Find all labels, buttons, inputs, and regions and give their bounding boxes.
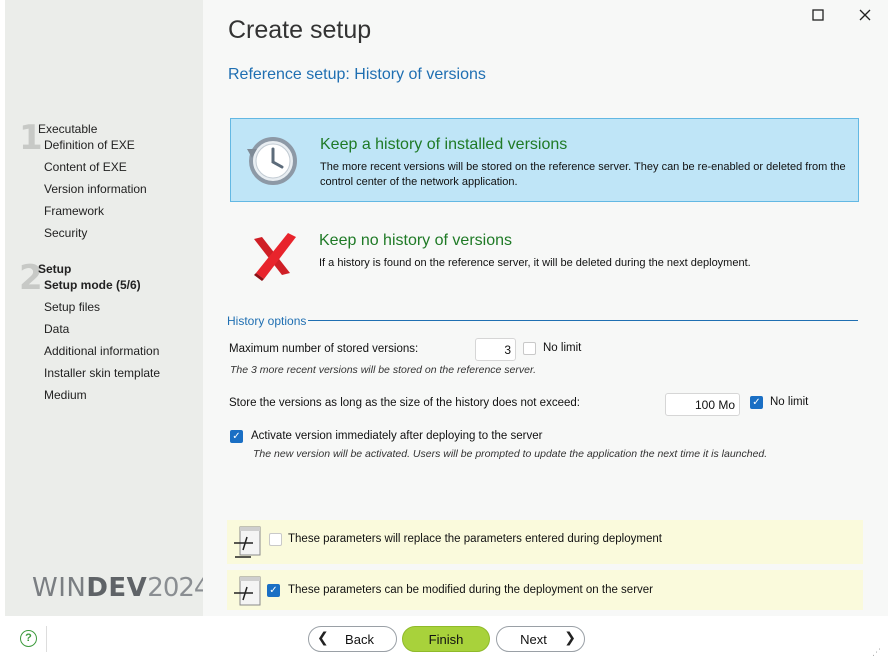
option-keep-no-history[interactable]: Keep no history of versions If a history… (230, 215, 859, 299)
param-bar-modify: ✓ These parameters can be modified durin… (227, 570, 863, 610)
sidebar-item-data[interactable]: Data (44, 322, 69, 336)
sidebar-item-security[interactable]: Security (44, 226, 87, 240)
step-title: Executable (38, 122, 98, 136)
max-versions-label: Maximum number of stored versions: (229, 343, 419, 355)
resize-grip-icon[interactable]: ⋰ (872, 647, 882, 658)
help-icon[interactable]: ? (20, 630, 37, 647)
param-modify-checkbox[interactable]: ✓ (267, 584, 280, 597)
param-bar-replace: These parameters will replace the parame… (227, 520, 863, 564)
activate-version-checkbox[interactable]: ✓ (230, 430, 243, 443)
max-versions-hint: The 3 more recent versions will be store… (230, 364, 537, 376)
max-versions-no-limit-label: No limit (543, 342, 582, 354)
param-modify-text: These parameters can be modified during … (288, 584, 654, 596)
finish-button-label: Finish (428, 632, 464, 647)
max-versions-input[interactable]: 3 (475, 338, 516, 361)
option-description: The more recent versions will be stored … (320, 161, 846, 188)
sidebar-item-setup-files[interactable]: Setup files (44, 300, 100, 314)
logo-year: 2024 (147, 573, 210, 603)
logo-prefix: WIN (32, 573, 87, 603)
back-button[interactable]: ❮ Back (308, 626, 397, 652)
wizard-sidebar: 1 Executable Definition of EXE Content o… (5, 0, 210, 616)
sidebar-item-version-information[interactable]: Version information (44, 182, 147, 196)
parameters-icon (233, 576, 263, 608)
sidebar-item-setup-mode[interactable]: Setup mode (5/6) (44, 278, 141, 292)
max-size-no-limit-label: No limit (770, 396, 809, 408)
sidebar-item-framework[interactable]: Framework (44, 204, 104, 218)
param-replace-checkbox[interactable] (269, 533, 282, 546)
activate-version-hint: The new version will be activated. Users… (253, 448, 768, 460)
parameters-icon (233, 526, 263, 558)
activate-version-label: Activate version immediately after deplo… (251, 430, 543, 442)
close-icon[interactable] (857, 8, 873, 24)
param-replace-text: These parameters will replace the parame… (288, 533, 662, 545)
sidebar-item-additional-information[interactable]: Additional information (44, 344, 159, 358)
wizard-footer: ? ❮ Back Finish Next ❯ ⋰ (0, 616, 888, 662)
max-size-label: Store the versions as long as the size o… (229, 397, 580, 409)
max-versions-no-limit-checkbox[interactable] (523, 342, 536, 355)
max-size-input[interactable]: 100 Mo (665, 393, 740, 416)
page-subtitle: Reference setup: History of versions (228, 66, 486, 83)
logo-bold: DEV (86, 573, 148, 603)
next-button[interactable]: Next ❯ (496, 626, 585, 652)
history-clock-icon (243, 131, 301, 189)
option-keep-history[interactable]: Keep a history of installed versions The… (230, 118, 859, 202)
max-size-no-limit-checkbox[interactable]: ✓ (750, 396, 763, 409)
windev-logo: WINDEV2024 (32, 573, 210, 603)
sidebar-item-medium[interactable]: Medium (44, 388, 87, 402)
sidebar-item-content-of-exe[interactable]: Content of EXE (44, 160, 127, 174)
finish-button[interactable]: Finish (402, 626, 490, 652)
page-title: Create setup (228, 16, 372, 44)
back-button-label: Back (345, 632, 374, 647)
history-options-label: History options (227, 314, 307, 328)
section-divider (308, 320, 858, 321)
chevron-right-icon: ❯ (564, 630, 576, 646)
option-title: Keep a history of installed versions (320, 136, 568, 153)
option-title: Keep no history of versions (319, 232, 512, 249)
step-title: Setup (38, 262, 72, 276)
red-x-icon (242, 227, 300, 285)
option-description: If a history is found on the reference s… (319, 257, 751, 269)
sidebar-item-installer-skin-template[interactable]: Installer skin template (44, 366, 160, 380)
maximize-icon[interactable] (810, 8, 826, 24)
sidebar-item-definition-of-exe[interactable]: Definition of EXE (44, 138, 135, 152)
wizard-main: Create setup Reference setup: History of… (203, 0, 888, 616)
divider (46, 626, 47, 652)
